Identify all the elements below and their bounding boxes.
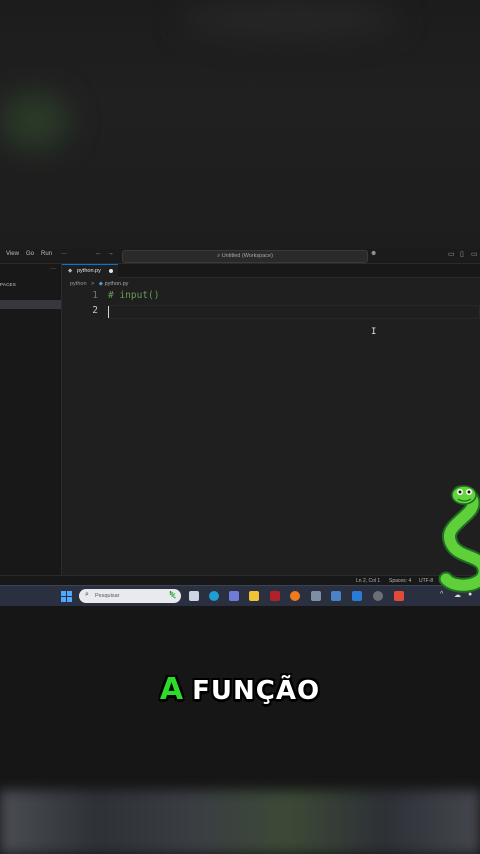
explorer-sidebar: ··· PACES bbox=[0, 264, 62, 585]
breadcrumb-folder[interactable]: python bbox=[70, 281, 87, 287]
title-bar: View Go Run ··· ← → ⌕ Untitled (Workspac… bbox=[0, 249, 480, 264]
forward-arrow-icon[interactable]: → bbox=[107, 250, 114, 257]
subtitle-caption: A FUNÇÃO bbox=[0, 672, 480, 707]
line-number: 2 bbox=[92, 305, 98, 316]
caption-highlight: A bbox=[159, 672, 185, 707]
indentation[interactable]: Spaces: 4 bbox=[389, 578, 411, 584]
menu-more[interactable]: ··· bbox=[61, 251, 67, 257]
sidebar-selected-item[interactable] bbox=[0, 300, 61, 309]
tab-python-py[interactable]: ◆ python.py bbox=[62, 264, 118, 278]
app-icon[interactable] bbox=[270, 591, 280, 601]
code-line[interactable]: 1 # input() bbox=[62, 290, 480, 304]
code-line[interactable]: 2 bbox=[62, 305, 480, 319]
mouse-ibeam-icon: I bbox=[371, 327, 377, 337]
copilot-icon[interactable]: ☻ bbox=[370, 250, 377, 257]
file-explorer-icon[interactable] bbox=[249, 591, 259, 601]
python-file-icon: ◆ bbox=[98, 281, 104, 287]
back-arrow-icon[interactable]: ← bbox=[95, 250, 102, 257]
sidebar-header: ··· bbox=[0, 264, 61, 276]
python-file-icon: ◆ bbox=[68, 268, 73, 274]
layout-icon[interactable]: ▯ bbox=[460, 250, 464, 258]
breadcrumb-separator: > bbox=[91, 281, 95, 287]
breadcrumb-file[interactable]: python.py bbox=[105, 281, 129, 287]
firefox-icon[interactable] bbox=[290, 591, 300, 601]
windows-taskbar: ⌕ Pesquisar 🦎 ^ ☁ ● bbox=[0, 585, 480, 606]
search-highlight-icon: 🦎 bbox=[168, 592, 177, 599]
cursor-position[interactable]: Ln 2, Col 1 bbox=[356, 578, 380, 584]
editor-tabs: ◆ python.py bbox=[62, 264, 480, 278]
python-mascot bbox=[438, 485, 480, 593]
blur-blob bbox=[180, 0, 400, 40]
app-icon[interactable] bbox=[394, 591, 404, 601]
unsaved-dot-icon[interactable] bbox=[109, 269, 113, 273]
app-icon[interactable] bbox=[311, 591, 321, 601]
copilot-icon[interactable] bbox=[229, 591, 239, 601]
command-center[interactable]: ⌕ Untitled (Workspace) bbox=[122, 250, 368, 263]
more-actions-icon[interactable]: ··· bbox=[50, 266, 56, 272]
caption-text: FUNÇÃO bbox=[192, 676, 321, 706]
windows-start-icon[interactable] bbox=[61, 591, 72, 602]
layout-icon[interactable]: ▭ bbox=[471, 250, 478, 258]
command-center-text: Untitled (Workspace) bbox=[221, 253, 273, 259]
search-placeholder: Pesquisar bbox=[95, 593, 120, 599]
workspace-title[interactable]: PACES bbox=[0, 282, 16, 287]
taskbar-search[interactable]: ⌕ Pesquisar 🦎 bbox=[79, 589, 181, 603]
tab-label: python.py bbox=[77, 268, 101, 274]
text-caret bbox=[108, 306, 109, 318]
desktop-screen: View Go Run ··· ← → ⌕ Untitled (Workspac… bbox=[0, 249, 480, 606]
menu-go[interactable]: Go bbox=[26, 251, 34, 257]
layout-icon[interactable]: ▭ bbox=[448, 250, 455, 258]
search-icon: ⌕ bbox=[85, 591, 89, 598]
breadcrumb: python > ◆ python.py bbox=[70, 281, 128, 287]
menu-view[interactable]: View bbox=[6, 251, 19, 257]
blurred-background-top bbox=[0, 0, 480, 250]
code-text: # input() bbox=[108, 290, 160, 301]
edge-icon[interactable] bbox=[209, 591, 219, 601]
search-icon: ⌕ bbox=[217, 253, 221, 259]
blur-blob bbox=[0, 92, 70, 150]
menu-run[interactable]: Run bbox=[41, 251, 52, 257]
task-view-icon[interactable] bbox=[189, 591, 199, 601]
obs-icon[interactable] bbox=[373, 591, 383, 601]
line-number: 1 bbox=[92, 290, 98, 301]
app-icon[interactable] bbox=[331, 591, 341, 601]
vscode-icon[interactable] bbox=[352, 591, 362, 601]
blurred-background-bottom bbox=[0, 790, 480, 854]
